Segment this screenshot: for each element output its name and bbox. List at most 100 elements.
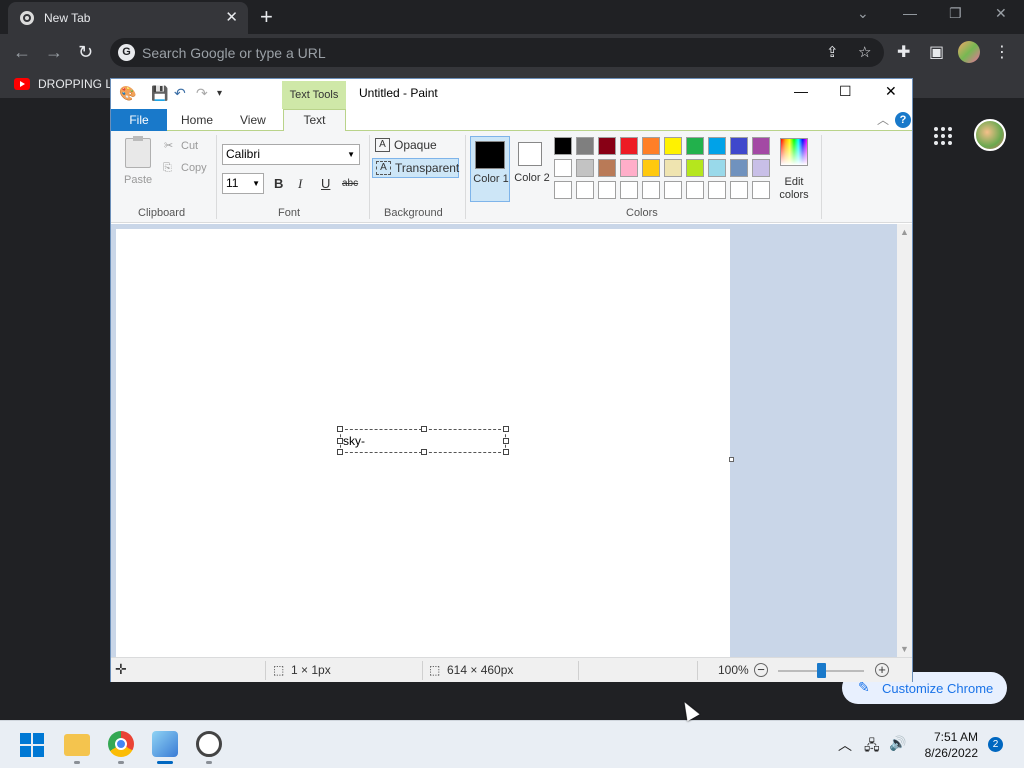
resize-handle[interactable] xyxy=(503,426,509,432)
paint-app-icon[interactable]: 🎨 xyxy=(119,85,136,102)
color-swatch[interactable] xyxy=(686,181,704,199)
vertical-scrollbar[interactable]: ▲ ▼ xyxy=(897,224,912,657)
color-swatch[interactable] xyxy=(642,159,660,177)
close-tab-icon[interactable]: ✕ xyxy=(225,8,238,26)
paste-button[interactable]: Paste xyxy=(124,174,152,186)
menu-icon[interactable]: ⋮ xyxy=(994,42,1010,62)
save-icon[interactable]: 💾 xyxy=(151,85,168,102)
scroll-down-icon[interactable]: ▼ xyxy=(900,644,909,654)
edit-colors-button[interactable]: Edit colors xyxy=(775,176,813,202)
color-swatch[interactable] xyxy=(576,159,594,177)
zoom-out-button[interactable]: − xyxy=(754,663,768,677)
reload-icon[interactable]: ↻ xyxy=(78,42,93,63)
minimize-button[interactable]: — xyxy=(903,5,917,21)
font-family-select[interactable]: Calibri ▼ xyxy=(222,144,360,165)
canvas[interactable]: sky- xyxy=(116,229,730,657)
color-swatch[interactable] xyxy=(686,137,704,155)
color-swatch[interactable] xyxy=(730,181,748,199)
resize-handle[interactable] xyxy=(503,449,509,455)
resize-handle[interactable] xyxy=(503,438,509,444)
restore-button[interactable]: ❐ xyxy=(949,5,962,22)
color-swatch[interactable] xyxy=(576,181,594,199)
color-swatch[interactable] xyxy=(642,181,660,199)
undo-icon[interactable]: ↶ xyxy=(174,85,186,102)
color-swatch[interactable] xyxy=(598,159,616,177)
color-swatch[interactable] xyxy=(752,137,770,155)
transparent-button[interactable]: A Transparent xyxy=(372,158,459,178)
resize-handle[interactable] xyxy=(421,426,427,432)
volume-icon[interactable]: 🔊 xyxy=(889,735,906,752)
edit-colors-icon[interactable] xyxy=(780,138,808,166)
new-tab-button[interactable]: + xyxy=(260,4,273,30)
color-swatch[interactable] xyxy=(554,159,572,177)
notification-badge[interactable]: 2 xyxy=(988,737,1003,752)
google-apps-icon[interactable] xyxy=(934,127,952,145)
tab-home[interactable]: Home xyxy=(181,113,213,127)
tab-search-icon[interactable]: ⌄ xyxy=(857,5,869,22)
underline-button[interactable]: U xyxy=(321,176,330,191)
color-swatch[interactable] xyxy=(620,181,638,199)
color-swatch[interactable] xyxy=(620,159,638,177)
tab-file[interactable]: File xyxy=(111,109,167,131)
color-swatch[interactable] xyxy=(730,137,748,155)
color-swatch[interactable] xyxy=(730,159,748,177)
color-swatch[interactable] xyxy=(554,137,572,155)
resize-handle[interactable] xyxy=(337,449,343,455)
paint-maximize-button[interactable]: ☐ xyxy=(839,83,852,100)
network-icon[interactable]: 🖧 xyxy=(864,735,880,759)
color-swatch[interactable] xyxy=(708,137,726,155)
resize-handle[interactable] xyxy=(337,426,343,432)
bookmark-item[interactable]: DROPPING LE xyxy=(38,77,120,91)
back-icon[interactable]: ← xyxy=(13,42,31,63)
paste-icon[interactable] xyxy=(125,136,151,168)
opaque-button[interactable]: A Opaque xyxy=(372,136,437,156)
file-explorer-icon[interactable] xyxy=(64,734,90,756)
color-swatch[interactable] xyxy=(752,181,770,199)
tab-view[interactable]: View xyxy=(240,113,266,127)
scroll-up-icon[interactable]: ▲ xyxy=(900,227,909,237)
resize-handle[interactable] xyxy=(421,449,427,455)
omnibox[interactable]: G Search Google or type a URL ⇪ ☆ xyxy=(110,38,884,67)
font-size-select[interactable]: 11 ▼ xyxy=(222,173,264,194)
help-icon[interactable]: ? xyxy=(895,112,911,128)
chrome-taskbar-icon[interactable] xyxy=(108,731,134,757)
zoom-in-button[interactable]: + xyxy=(875,663,889,677)
system-clock[interactable]: 7:51 AM 8/26/2022 xyxy=(916,729,978,761)
paint-taskbar-icon[interactable] xyxy=(152,731,178,757)
ntp-profile-avatar[interactable] xyxy=(974,119,1006,151)
paint-close-button[interactable]: ✕ xyxy=(885,83,897,100)
italic-button[interactable]: I xyxy=(298,176,302,192)
color-swatch[interactable] xyxy=(686,159,704,177)
zoom-slider-thumb[interactable] xyxy=(817,663,826,678)
close-window-button[interactable]: ✕ xyxy=(995,5,1007,22)
canvas-resize-handle[interactable] xyxy=(729,457,734,462)
color-swatch[interactable] xyxy=(752,159,770,177)
cut-button[interactable]: Cut xyxy=(181,140,198,152)
tab-text[interactable]: Text xyxy=(283,109,346,132)
customize-qat-icon[interactable]: ▾ xyxy=(217,88,222,99)
color-swatch[interactable] xyxy=(708,181,726,199)
paint-minimize-button[interactable]: — xyxy=(794,83,808,99)
color-swatch[interactable] xyxy=(664,181,682,199)
copy-button[interactable]: Copy xyxy=(181,162,207,174)
color-swatch[interactable] xyxy=(620,137,638,155)
color-swatch[interactable] xyxy=(576,137,594,155)
text-box[interactable]: sky- xyxy=(337,426,509,455)
color-swatch[interactable] xyxy=(664,159,682,177)
forward-icon[interactable]: → xyxy=(45,42,63,63)
share-icon[interactable]: ⇪ xyxy=(826,43,839,61)
start-button[interactable] xyxy=(20,733,44,757)
redo-icon[interactable]: ↷ xyxy=(196,85,208,102)
color-swatch[interactable] xyxy=(664,137,682,155)
color-swatch[interactable] xyxy=(708,159,726,177)
tab-new-tab[interactable]: New Tab ✕ xyxy=(8,2,248,34)
side-panel-icon[interactable]: ▣ xyxy=(929,42,944,62)
collapse-ribbon-icon[interactable]: ︿ xyxy=(877,111,889,128)
color-swatch[interactable] xyxy=(642,137,660,155)
color2-button[interactable]: Color 2 xyxy=(514,136,550,202)
extensions-icon[interactable]: ✚ xyxy=(897,42,910,62)
show-hidden-icons-icon[interactable]: ︿ xyxy=(838,735,852,755)
profile-avatar[interactable] xyxy=(958,41,980,63)
bold-button[interactable]: B xyxy=(274,176,283,191)
color-swatch[interactable] xyxy=(554,181,572,199)
